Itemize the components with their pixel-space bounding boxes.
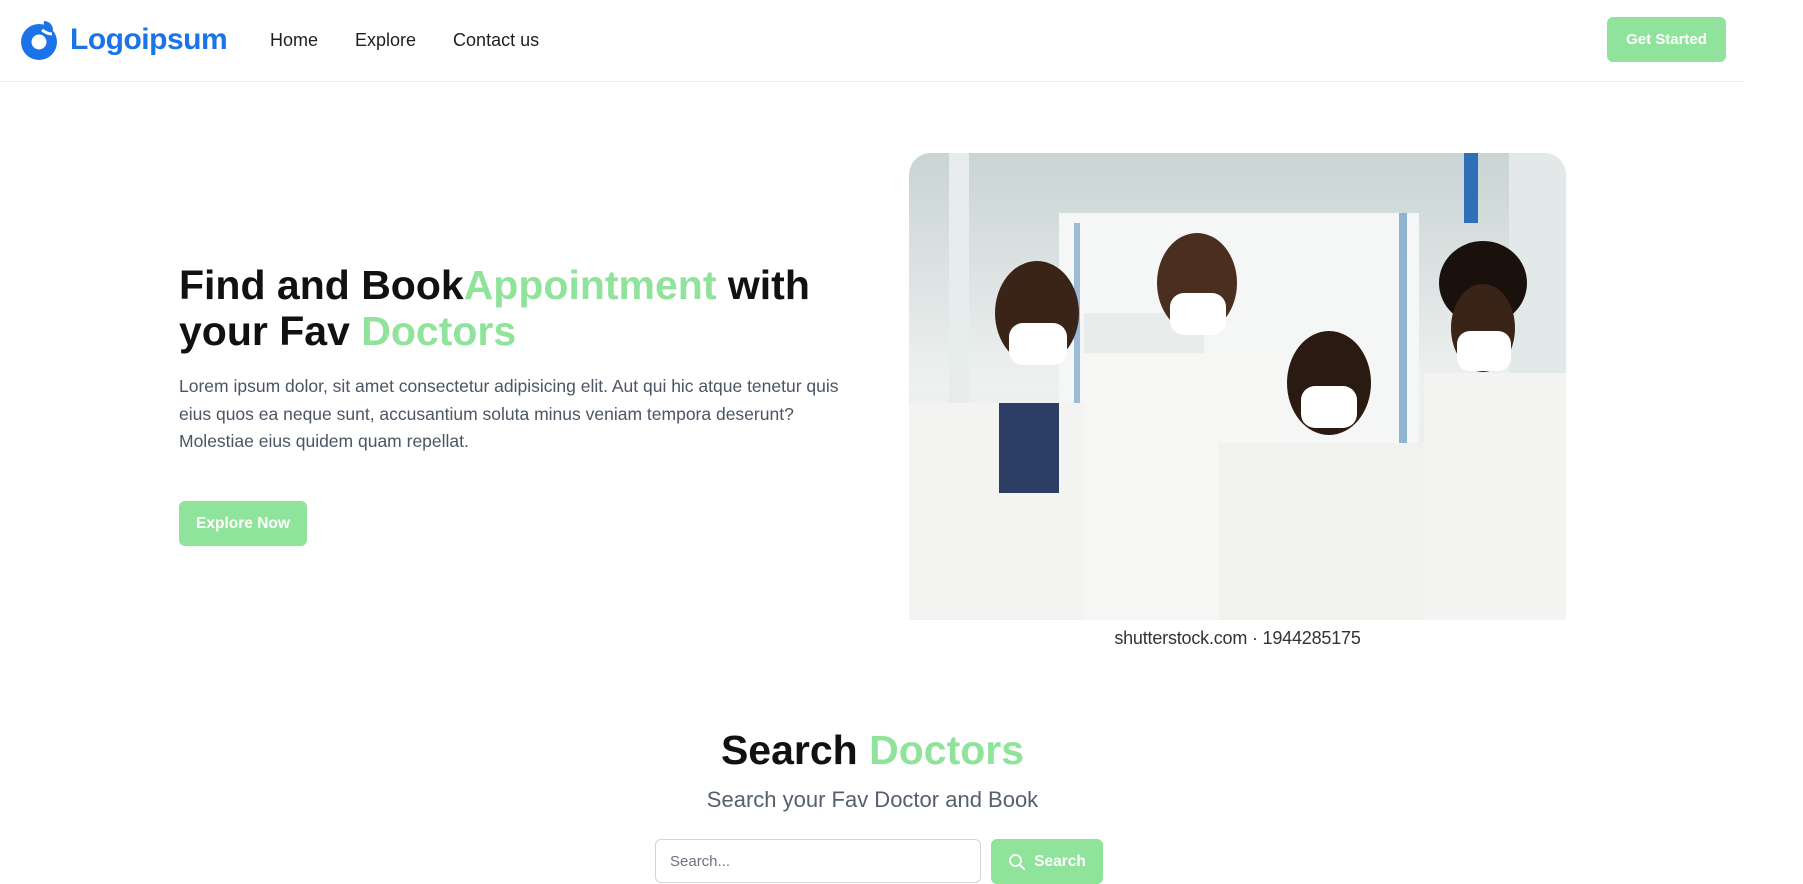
hero-description: Lorem ipsum dolor, sit amet consectetur …	[179, 376, 839, 451]
brand-name: Logoipsum	[70, 23, 228, 56]
main-nav: Home Explore Contact us	[270, 28, 539, 52]
search-section-title: Search Doctors	[0, 727, 1745, 773]
logo-drop-icon	[21, 21, 57, 60]
search-subtitle: Search your Fav Doctor and Book	[706, 787, 1039, 812]
hero-title-accent1: Appointment	[463, 262, 717, 308]
hero-title-accent2: Doctors	[361, 308, 517, 354]
search-title-plain: Search	[720, 727, 870, 773]
nav-link-explore[interactable]: Explore	[355, 28, 416, 52]
image-caption: shutterstock.com · 1944285175	[1114, 628, 1361, 648]
nav-link-home[interactable]: Home	[270, 28, 318, 52]
get-started-button[interactable]: Get Started	[1607, 17, 1726, 62]
search-input[interactable]	[655, 839, 981, 883]
search-icon	[1009, 853, 1026, 870]
brand-logo[interactable]: Logoipsum	[18, 18, 228, 62]
hero-title-part1: Find and Book	[179, 262, 464, 308]
doctors-photo	[909, 153, 1566, 620]
search-title-accent: Doctors	[869, 727, 1025, 773]
search-button[interactable]: Search	[991, 839, 1103, 884]
nav-link-contact[interactable]: Contact us	[453, 28, 539, 52]
explore-now-button[interactable]: Explore Now	[179, 501, 307, 546]
search-button-label: Search	[1034, 852, 1086, 870]
navbar: Logoipsum Home Explore Contact us Get St…	[0, 0, 1745, 82]
search-form: Search	[655, 839, 1103, 884]
hero-figure: shutterstock.com · 1944285175	[909, 153, 1566, 649]
hero-title: Find and BookAppointment with your Fav D…	[179, 262, 879, 354]
